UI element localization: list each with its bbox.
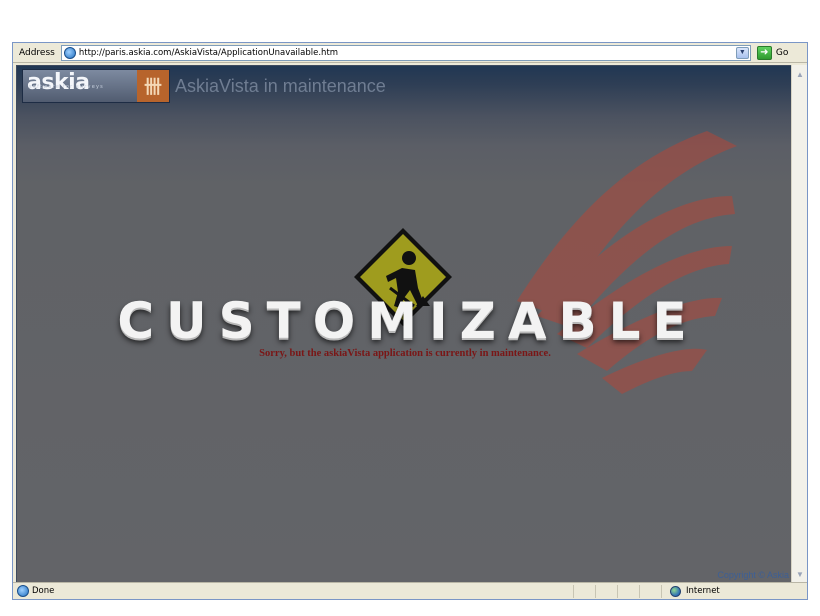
address-bar: Address http://paris.askia.com/AskiaVist… xyxy=(13,43,807,63)
vertical-scrollbar[interactable]: ▲ ▼ xyxy=(791,65,807,583)
status-segment xyxy=(595,584,617,598)
address-input[interactable]: http://paris.askia.com/AskiaVista/Applic… xyxy=(60,44,751,61)
logo-subtext: software for surveys xyxy=(29,84,104,90)
logo-wordmark: askia software for surveys xyxy=(23,70,137,102)
scroll-down-icon[interactable]: ▼ xyxy=(793,567,807,581)
askia-logo: askia software for surveys 卌 xyxy=(22,69,170,103)
browser-window: Address http://paris.askia.com/AskiaVist… xyxy=(12,42,808,600)
address-label: Address xyxy=(19,47,55,58)
watermark-text: CUSTOMIZABLE xyxy=(117,292,699,350)
status-segment xyxy=(639,584,661,598)
security-zone: Internet xyxy=(661,584,720,598)
status-bar: Done Internet xyxy=(13,582,807,599)
page-content: askia software for surveys 卌 AskiaVista … xyxy=(16,65,792,583)
zone-label: Internet xyxy=(686,586,720,596)
globe-icon xyxy=(670,585,681,597)
status-segment xyxy=(573,584,595,598)
go-label: Go xyxy=(775,47,789,58)
logo-mark: 卌 xyxy=(137,70,169,102)
ie-page-icon xyxy=(63,46,76,59)
go-arrow-icon: ➜ xyxy=(756,45,772,60)
status-page-icon xyxy=(17,585,29,597)
status-main: Done xyxy=(13,585,573,597)
status-segment xyxy=(617,584,639,598)
go-button[interactable]: ➜ Go xyxy=(756,45,789,60)
maintenance-message: Sorry, but the askiaVista application is… xyxy=(259,348,551,359)
address-url[interactable]: http://paris.askia.com/AskiaVista/Applic… xyxy=(79,48,338,58)
status-text: Done xyxy=(32,586,55,596)
chevron-down-icon[interactable]: ▼ xyxy=(735,46,749,59)
copyright-text: Copyright © Askia xyxy=(717,570,789,580)
page-title: AskiaVista in maintenance xyxy=(175,76,386,96)
scroll-up-icon[interactable]: ▲ xyxy=(793,67,807,81)
